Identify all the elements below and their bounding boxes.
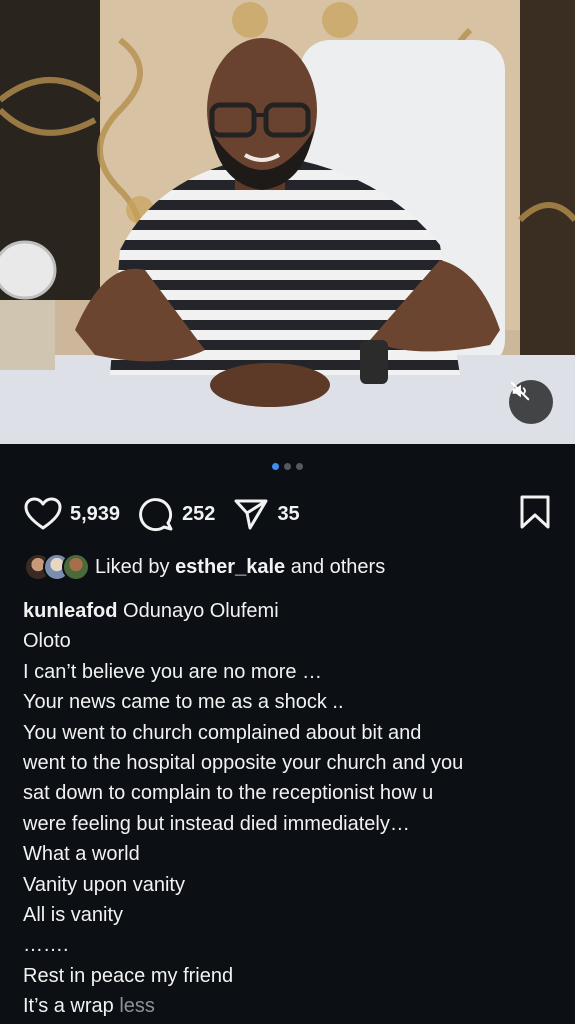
liked-by-suffix[interactable]: and others [291,556,386,579]
carousel-dot-active [272,463,279,470]
send-icon[interactable] [233,497,269,531]
caption-line: ……. [23,934,69,957]
liker-avatars [24,553,90,581]
avatar [62,553,90,581]
caption-first-line: kunleafod Odunayo Olufemi [23,596,553,626]
caption-username[interactable]: kunleafod [23,600,117,622]
caption-text: It’s a wrap [23,995,114,1018]
caption-line: I can’t believe you are no more … [23,660,323,683]
comment-count[interactable]: 252 [182,503,215,526]
caption-line: Your news came to me as a shock .. [23,691,344,714]
share-count[interactable]: 35 [277,503,299,526]
heart-icon[interactable] [24,497,62,531]
save-button[interactable] [519,495,551,534]
liked-by-row[interactable]: Liked by esther_kale and others [24,553,385,581]
caption-line: You went to church complained about bit … [23,721,422,744]
caption-last-line: It’s a wrap less [23,991,553,1021]
caption-less-link[interactable]: less [119,995,155,1017]
share-action[interactable]: 35 [233,497,300,531]
caption-line: What a world [23,843,140,866]
post-photo[interactable] [0,0,575,444]
caption-line: went to the hospital opposite your churc… [23,752,464,775]
comment-action[interactable]: 252 [138,496,215,532]
post-photo-illustration [0,0,575,444]
caption-line: sat down to complain to the receptionist… [23,782,434,805]
like-action[interactable]: 5,939 [24,497,120,531]
caption-line: Rest in peace my friend [23,964,234,987]
carousel-dot [296,463,303,470]
like-count[interactable]: 5,939 [70,503,120,526]
bookmark-icon[interactable] [519,495,551,529]
caption-line: were feeling but instead died immediatel… [23,812,410,835]
post-caption: kunleafod Odunayo Olufemi Oloto I can’t … [23,596,553,1022]
comment-icon[interactable] [138,496,174,532]
caption-line: All is vanity [23,904,124,927]
liked-by-prefix: Liked by [95,555,170,578]
liked-by-username[interactable]: esther_kale [175,556,285,579]
post-action-bar: 5,939 252 35 [24,494,551,534]
speaker-muted-icon [510,381,530,401]
caption-line: Vanity upon vanity [23,873,185,896]
caption-text: Odunayo Olufemi [123,600,279,622]
mute-button[interactable] [509,380,553,424]
caption-line: Oloto [23,630,71,653]
carousel-indicator [0,463,575,470]
carousel-dot [284,463,291,470]
